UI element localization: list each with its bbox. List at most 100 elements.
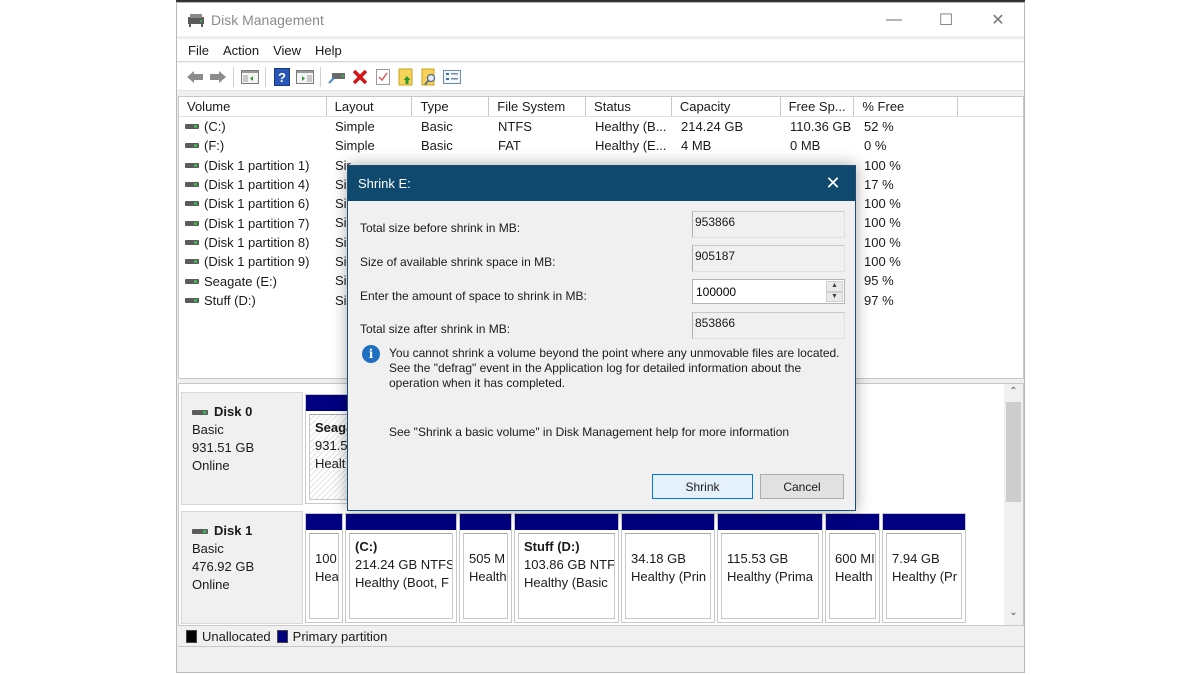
- close-button[interactable]: ✕: [972, 3, 1024, 36]
- partition-info: 7.94 GB Healthy (Pr: [886, 533, 962, 619]
- cell-volume: (Disk 1 partition 4): [179, 175, 327, 194]
- volume-icon: [185, 259, 199, 265]
- scroll-down-icon[interactable]: ⌄: [1004, 607, 1023, 623]
- column-header-percent-free[interactable]: % Free: [854, 97, 959, 116]
- console-tree-icon: [240, 69, 259, 84]
- partition-block[interactable]: 100 Hea: [305, 513, 343, 623]
- folder-search-button[interactable]: [417, 66, 440, 88]
- column-header-volume[interactable]: Volume: [179, 97, 327, 116]
- partition-info: (C:) 214.24 GB NTFS Healthy (Boot, F: [349, 533, 453, 619]
- partition-line2: Healthy (Boot, F: [355, 575, 449, 590]
- menu-file[interactable]: File: [177, 43, 216, 58]
- minimize-button[interactable]: —: [868, 3, 920, 36]
- partition-type-bar: [460, 514, 511, 530]
- folder-up-button[interactable]: [394, 66, 417, 88]
- available-space-label: Size of available shrink space in MB:: [360, 255, 556, 269]
- column-header-type[interactable]: Type: [412, 97, 490, 116]
- back-button[interactable]: [183, 66, 206, 88]
- maximize-button[interactable]: ☐: [920, 3, 972, 36]
- shrink-button[interactable]: Shrink: [652, 474, 753, 499]
- partition-block[interactable]: 600 MI Health: [825, 513, 880, 623]
- dialog-title: Shrink E:: [358, 176, 411, 191]
- volume-row[interactable]: (C:) Simple Basic NTFS Healthy (B... 214.24 G…: [179, 117, 1023, 136]
- total-before-value: 953866: [692, 211, 845, 238]
- title-bar: Disk Management — ☐ ✕: [177, 3, 1024, 36]
- cell-type: Basic: [421, 138, 453, 154]
- column-header-free-space[interactable]: Free Sp...: [781, 97, 855, 116]
- total-after-label: Total size after shrink in MB:: [360, 322, 511, 336]
- column-header-file-system[interactable]: File System: [489, 97, 587, 116]
- disk-row-1: Disk 1 Basic 476.92 GB Online 100 Hea (C:)…: [179, 509, 1005, 625]
- volume-icon: [185, 201, 199, 207]
- connect-drive-icon: [327, 72, 345, 84]
- forward-button[interactable]: [206, 66, 229, 88]
- forward-icon: [209, 70, 226, 83]
- cancel-button[interactable]: Cancel: [760, 474, 844, 499]
- back-icon: [186, 70, 203, 83]
- delete-button[interactable]: [348, 66, 371, 88]
- window-title: Disk Management: [211, 11, 324, 28]
- partition-block[interactable]: Stuff (D:) 103.86 GB NTF Healthy (Basic: [514, 513, 619, 623]
- disk-label[interactable]: Disk 0 Basic 931.51 GB Online: [181, 392, 303, 505]
- cell-pct: 97 %: [864, 292, 894, 308]
- properties-button[interactable]: [440, 66, 463, 88]
- partition-block[interactable]: 115.53 GB Healthy (Prima: [717, 513, 823, 623]
- total-after-value: 853866: [692, 312, 845, 339]
- partition-type-bar: [515, 514, 618, 530]
- available-space-value: 905187: [692, 245, 845, 272]
- disk-label[interactable]: Disk 1 Basic 476.92 GB Online: [181, 511, 303, 624]
- shrink-amount-input[interactable]: [693, 280, 823, 303]
- partition-type-bar: [622, 514, 714, 530]
- menu-view[interactable]: View: [266, 43, 308, 58]
- shrink-amount-stepper[interactable]: ▲ ▼: [692, 279, 845, 304]
- cell-pct: 100 %: [864, 215, 901, 231]
- disk-name: Disk 0: [214, 404, 253, 419]
- menu-action[interactable]: Action: [216, 43, 266, 58]
- folder-search-icon: [421, 68, 435, 85]
- volume-row[interactable]: (F:) Simple Basic FAT Healthy (E... 4 MB 0 MB 0…: [179, 136, 1023, 155]
- disk-state: Online: [192, 458, 230, 473]
- partition-block[interactable]: 7.94 GB Healthy (Pr: [882, 513, 966, 623]
- partition-line2: Healthy (Prima: [727, 569, 813, 584]
- shrink-amount-label: Enter the amount of space to shrink in M…: [360, 289, 587, 303]
- connect-drive-button[interactable]: [325, 66, 348, 88]
- help-message: See "Shrink a basic volume" in Disk Mana…: [389, 425, 790, 439]
- vertical-scrollbar[interactable]: ⌃ ⌄: [1004, 384, 1023, 625]
- info-icon: i: [362, 345, 380, 363]
- cell-pct: 100 %: [864, 234, 901, 250]
- check-button[interactable]: [371, 66, 394, 88]
- partition-block[interactable]: 34.18 GB Healthy (Prin: [621, 513, 715, 623]
- decrement-button[interactable]: ▼: [826, 291, 843, 302]
- partition-type-bar: [718, 514, 822, 530]
- disk-size: 931.51 GB: [192, 440, 255, 455]
- disk-size: 476.92 GB: [192, 559, 255, 574]
- dialog-close-button[interactable]: ✕: [811, 166, 855, 201]
- disk-type: Basic: [192, 541, 224, 556]
- cell-pct: 100 %: [864, 196, 901, 212]
- toolbar: ?: [177, 63, 1024, 91]
- partition-title: (C:): [355, 539, 378, 554]
- menu-bar: File Action View Help: [177, 38, 1024, 62]
- partition-type-bar: [826, 514, 879, 530]
- partition-block[interactable]: 505 M Health: [459, 513, 512, 623]
- unallocated-swatch: [186, 630, 197, 643]
- partition-info: 600 MI Health: [829, 533, 876, 619]
- help-button[interactable]: ?: [270, 66, 293, 88]
- column-header-blank[interactable]: [958, 97, 1023, 116]
- toolbar-separator: [265, 66, 266, 87]
- scroll-up-icon[interactable]: ⌃: [1004, 386, 1023, 402]
- column-header-status[interactable]: Status: [586, 97, 672, 116]
- partition-type-bar: [883, 514, 965, 530]
- volume-icon: [185, 124, 199, 130]
- action-pane-button[interactable]: [293, 66, 316, 88]
- console-tree-button[interactable]: [238, 66, 261, 88]
- volume-name: (C:): [204, 119, 226, 135]
- partition-block[interactable]: (C:) 214.24 GB NTFS Healthy (Boot, F: [345, 513, 457, 623]
- volume-icon: [185, 143, 199, 149]
- menu-help[interactable]: Help: [308, 43, 349, 58]
- scroll-thumb[interactable]: [1006, 402, 1021, 502]
- increment-button[interactable]: ▲: [826, 281, 843, 292]
- disk-icon: [192, 409, 208, 415]
- column-header-capacity[interactable]: Capacity: [672, 97, 781, 116]
- column-header-layout[interactable]: Layout: [327, 97, 413, 116]
